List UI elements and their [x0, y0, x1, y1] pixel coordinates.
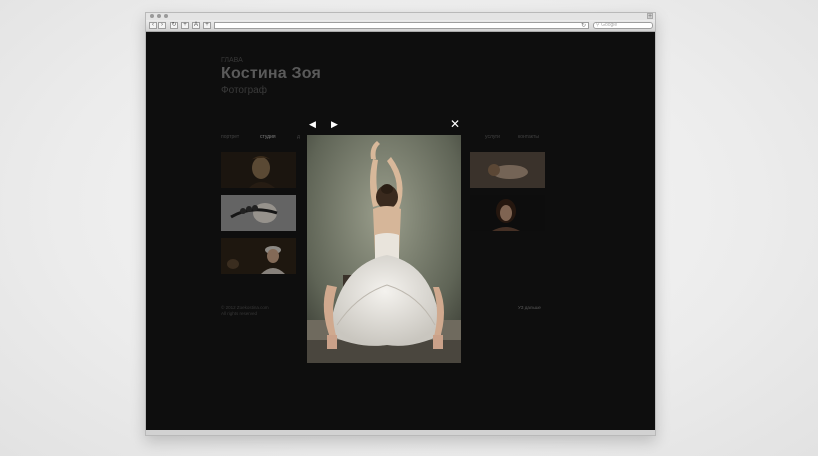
browser-status-bar — [146, 430, 655, 435]
url-reload-icon[interactable]: ↻ — [581, 23, 586, 29]
address-bar[interactable]: ↻ — [214, 22, 589, 29]
search-input[interactable]: ⚲ Google — [593, 22, 653, 29]
window-close-dot[interactable] — [150, 14, 154, 18]
browser-window: + ‹ › ↻ + A + ↻ ⚲ Google ГЛАВА Костина З… — [145, 12, 656, 436]
web-page: ГЛАВА Костина Зоя Фотограф портрет студи… — [146, 32, 655, 430]
reload-icon: ↻ — [171, 22, 177, 28]
plus-icon: + — [183, 22, 187, 28]
new-tab-button[interactable]: + — [647, 13, 653, 20]
browser-toolbar: ‹ › ↻ + A + ↻ ⚲ Google — [146, 20, 655, 32]
font-icon: A — [193, 22, 198, 28]
lightbox-photo — [307, 135, 461, 363]
font-button[interactable]: A — [192, 22, 200, 29]
forward-button[interactable]: › — [158, 22, 166, 29]
ballerina-photo — [307, 135, 461, 363]
bookmark-icon: + — [205, 22, 209, 28]
add-button[interactable]: + — [181, 22, 189, 29]
bookmark-button[interactable]: + — [203, 22, 211, 29]
back-icon: ‹ — [152, 22, 154, 28]
back-button[interactable]: ‹ — [149, 22, 157, 29]
close-icon[interactable]: ✕ — [450, 117, 460, 131]
reload-button[interactable]: ↻ — [170, 22, 178, 29]
window-minimize-dot[interactable] — [157, 14, 161, 18]
search-placeholder: Google — [601, 22, 618, 28]
forward-icon: › — [161, 22, 163, 28]
prev-arrow-icon[interactable]: ◀ — [309, 119, 316, 130]
tab-strip: + — [146, 13, 655, 20]
window-controls — [150, 14, 168, 18]
next-arrow-icon[interactable]: ▶ — [331, 119, 338, 130]
window-zoom-dot[interactable] — [164, 14, 168, 18]
